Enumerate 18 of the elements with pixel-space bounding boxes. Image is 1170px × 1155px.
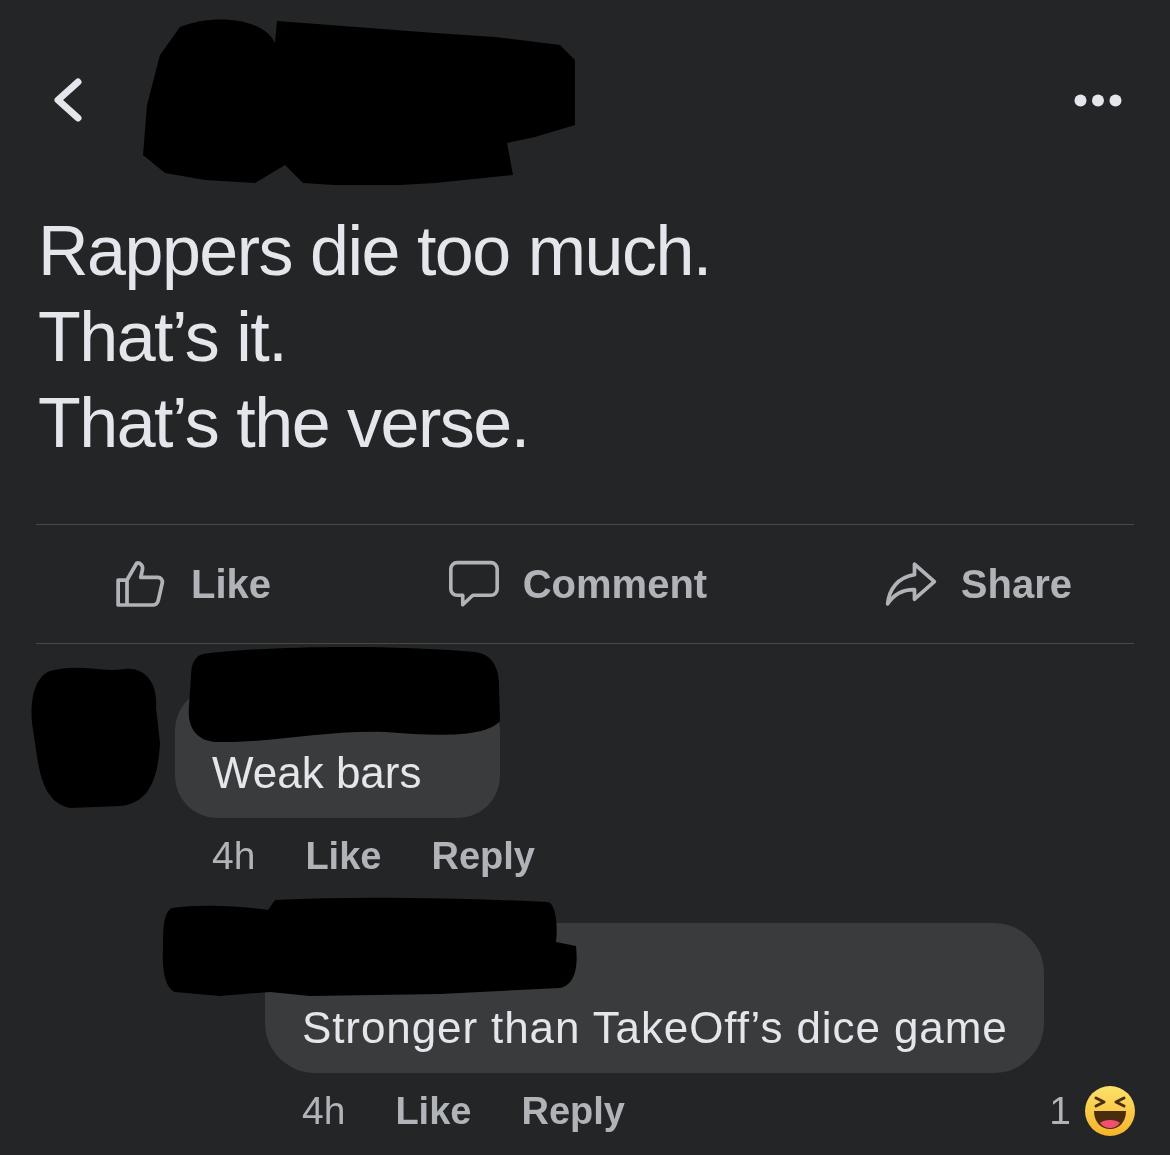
comment-time: 4h xyxy=(302,1089,346,1133)
post-text: That’s it. xyxy=(38,297,287,378)
reply-link[interactable]: Reply xyxy=(521,1089,625,1133)
post-text: Rappers die too much. xyxy=(38,211,711,292)
like-action-button[interactable]: Like xyxy=(113,556,272,612)
like-link[interactable]: Like xyxy=(305,834,382,878)
reply-link[interactable]: Reply xyxy=(431,834,535,878)
like-link[interactable]: Like xyxy=(395,1089,472,1133)
more-icon xyxy=(1074,93,1122,107)
share-action-button[interactable]: Share xyxy=(882,556,1072,612)
comment-action-button[interactable]: Comment xyxy=(446,557,708,611)
comment-time: 4h xyxy=(212,834,256,878)
reaction-count: 1 xyxy=(1049,1089,1071,1133)
back-button[interactable] xyxy=(52,78,84,122)
post-text: That’s the verse. xyxy=(38,383,529,464)
back-icon xyxy=(52,78,84,122)
laughing-emoji-icon[interactable] xyxy=(1085,1086,1135,1136)
more-button[interactable] xyxy=(1074,93,1122,107)
